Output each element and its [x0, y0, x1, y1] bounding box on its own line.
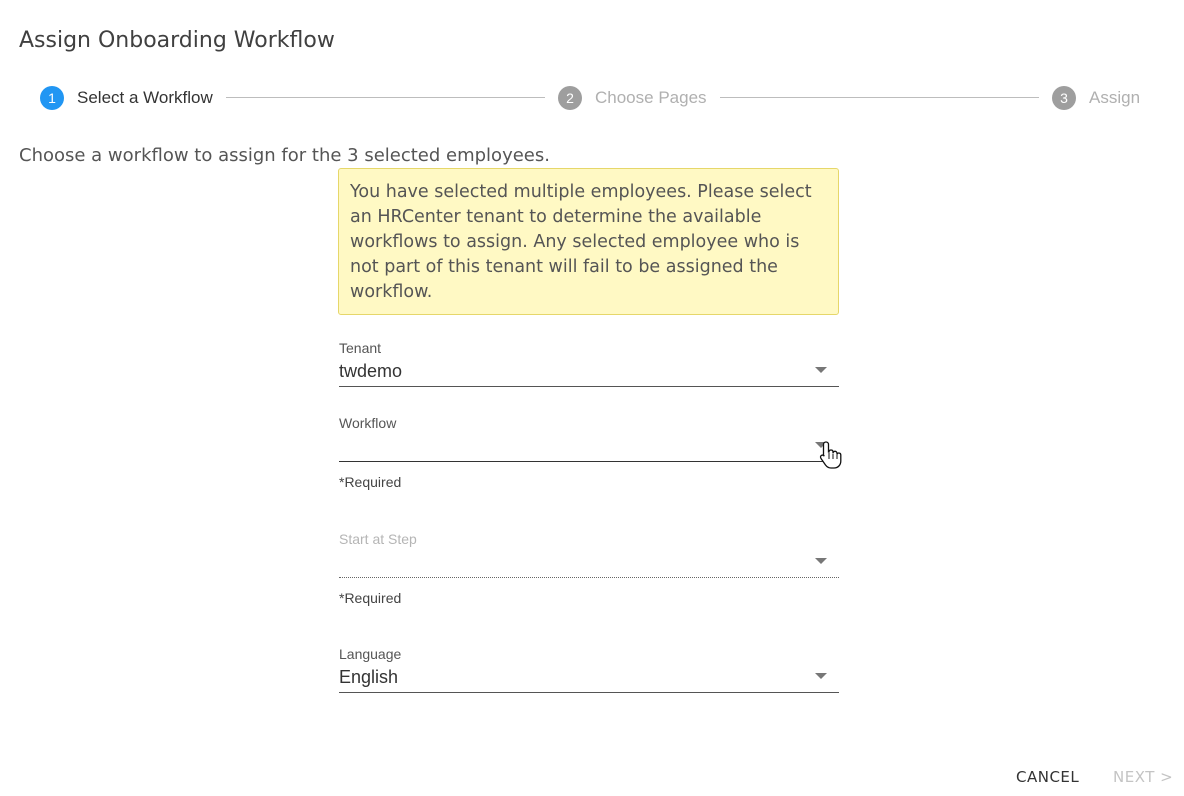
language-field: Language English: [339, 646, 839, 693]
chevron-down-icon: [815, 367, 827, 373]
chevron-down-icon: [815, 558, 827, 564]
hand-cursor-icon: [819, 441, 842, 469]
step-connector: [720, 97, 1039, 98]
language-label: Language: [339, 646, 402, 662]
tenant-select[interactable]: twdemo: [339, 356, 839, 387]
tenant-field: Tenant twdemo: [339, 340, 839, 387]
step-label-2: Choose Pages: [595, 88, 707, 107]
tenant-value: twdemo: [339, 361, 403, 381]
step-label-3: Assign: [1089, 88, 1141, 107]
step-label-1: Select a Workflow: [77, 88, 213, 107]
language-value: English: [339, 667, 399, 687]
workflow-select[interactable]: [339, 431, 839, 462]
step-choose-pages[interactable]: 2 Choose Pages: [558, 86, 707, 110]
workflow-field: Workflow *Required: [339, 415, 839, 490]
cancel-button[interactable]: CANCEL: [1016, 768, 1079, 786]
workflow-required-hint: *Required: [339, 474, 402, 490]
start-step-label: Start at Step: [339, 531, 417, 547]
step-number-3: 3: [1052, 86, 1076, 110]
step-number-2: 2: [558, 86, 582, 110]
instructions-text: Choose a workflow to assign for the 3 se…: [19, 145, 550, 166]
tenant-label: Tenant: [339, 340, 382, 356]
step-number-1: 1: [40, 86, 64, 110]
start-step-select[interactable]: [339, 547, 839, 578]
step-select-workflow[interactable]: 1 Select a Workflow: [40, 86, 213, 110]
step-assign[interactable]: 3 Assign: [1052, 86, 1140, 110]
dialog-title: Assign Onboarding Workflow: [19, 28, 335, 53]
start-step-field: Start at Step *Required: [339, 531, 839, 606]
start-step-required-hint: *Required: [339, 590, 402, 606]
next-button[interactable]: NEXT >: [1113, 768, 1173, 786]
warning-banner: You have selected multiple employees. Pl…: [338, 168, 839, 315]
language-select[interactable]: English: [339, 662, 839, 693]
workflow-label: Workflow: [339, 415, 397, 431]
step-connector: [226, 97, 545, 98]
chevron-down-icon: [815, 673, 827, 679]
